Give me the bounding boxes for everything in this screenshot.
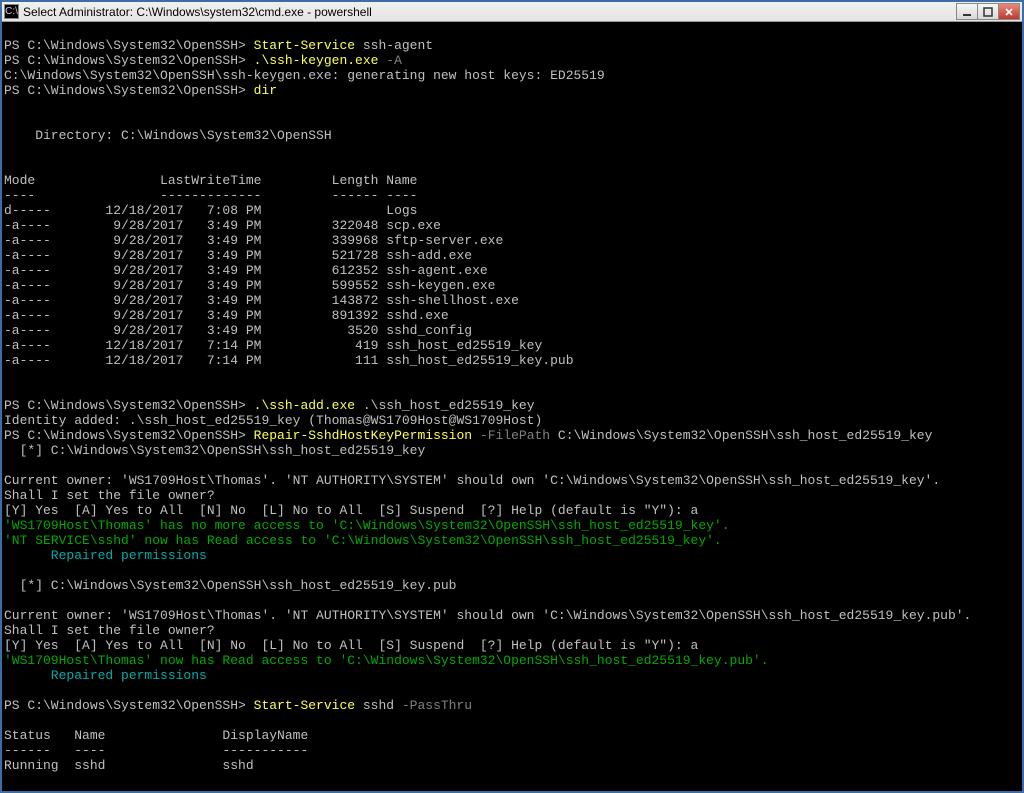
keygen-output: C:\Windows\System32\OpenSSH\ssh-keygen.e… — [4, 68, 605, 83]
ps-prompt: PS C:\Windows\System32\OpenSSH> — [4, 428, 254, 443]
window-buttons — [957, 3, 1020, 20]
repaired-label: Repaired permissions — [4, 548, 207, 563]
titlebar[interactable]: C:\ Select Administrator: C:\Windows\sys… — [2, 2, 1022, 22]
perm-msg: 'NT SERVICE\sshd' now has Read access to… — [4, 533, 722, 548]
ps-prompt: PS C:\Windows\System32\OpenSSH> — [4, 398, 254, 413]
flag-filepath: -FilePath — [480, 428, 550, 443]
cmd-start-sshd: Start-Service — [254, 698, 355, 713]
dir-row: -a---- 9/28/2017 3:49 PM 521728 ssh-add.… — [4, 248, 472, 263]
ps-prompt: PS C:\Windows\System32\OpenSSH> — [4, 53, 254, 68]
ps-prompt: PS C:\Windows\System32\OpenSSH> — [4, 698, 254, 713]
dir-row: -a---- 9/28/2017 3:49 PM 599552 ssh-keyg… — [4, 278, 495, 293]
flag-passthru: -PassThru — [402, 698, 472, 713]
repaired-label: Repaired permissions — [4, 668, 207, 683]
close-button[interactable] — [998, 3, 1020, 20]
flag-A: -A — [386, 53, 402, 68]
window-frame: C:\ Select Administrator: C:\Windows\sys… — [0, 0, 1024, 793]
dir-row: -a---- 12/18/2017 7:14 PM 419 ssh_host_e… — [4, 338, 542, 353]
arg-sshd: sshd — [355, 698, 402, 713]
cmd-icon: C:\ — [4, 4, 19, 19]
identity-added: Identity added: .\ssh_host_ed25519_key (… — [4, 413, 542, 428]
svc-columns: Status Name DisplayName — [4, 728, 308, 743]
dir-row: -a---- 9/28/2017 3:49 PM 339968 sftp-ser… — [4, 233, 503, 248]
cmd-sshadd: .\ssh-add.exe — [254, 398, 355, 413]
dir-header: Directory: C:\Windows\System32\OpenSSH — [4, 128, 332, 143]
svc-underline: ------ ---- ----------- — [4, 743, 308, 758]
repair-star: [*] C:\Windows\System32\OpenSSH\ssh_host… — [4, 443, 425, 458]
shall-set: Shall I set the file owner? — [4, 623, 215, 638]
maximize-button[interactable] — [977, 3, 999, 20]
perm-msg: 'WS1709Host\Thomas' now has Read access … — [4, 653, 769, 668]
ps-prompt: PS C:\Windows\System32\OpenSSH> — [4, 83, 254, 98]
cmd-start-service: Start-Service — [254, 38, 355, 53]
current-owner: Current owner: 'WS1709Host\Thomas'. 'NT … — [4, 608, 971, 623]
cmd-sshkeygen: .\ssh-keygen.exe — [254, 53, 379, 68]
yn-prompt: [Y] Yes [A] Yes to All [N] No [L] No to … — [4, 638, 698, 653]
shall-set: Shall I set the file owner? — [4, 488, 215, 503]
dir-row: -a---- 12/18/2017 7:14 PM 111 ssh_host_e… — [4, 353, 574, 368]
current-owner: Current owner: 'WS1709Host\Thomas'. 'NT … — [4, 473, 940, 488]
arg-ssh-agent: ssh-agent — [355, 38, 433, 53]
dir-row: -a---- 9/28/2017 3:49 PM 322048 scp.exe — [4, 218, 441, 233]
dir-row: -a---- 9/28/2017 3:49 PM 612352 ssh-agen… — [4, 263, 488, 278]
yn-prompt: [Y] Yes [A] Yes to All [N] No [L] No to … — [4, 503, 698, 518]
dir-row: -a---- 9/28/2017 3:49 PM 891392 sshd.exe — [4, 308, 449, 323]
dir-row: -a---- 9/28/2017 3:49 PM 143872 ssh-shel… — [4, 293, 519, 308]
ps-prompt: PS C:\Windows\System32\OpenSSH> — [4, 38, 254, 53]
arg-repair: C:\Windows\System32\OpenSSH\ssh_host_ed2… — [550, 428, 932, 443]
cmd-repair: Repair-SshdHostKeyPermission — [254, 428, 472, 443]
cmd-dir: dir — [254, 83, 277, 98]
dir-columns: Mode LastWriteTime Length Name — [4, 173, 417, 188]
arg-sshadd: .\ssh_host_ed25519_key — [355, 398, 534, 413]
dir-row: -a---- 9/28/2017 3:49 PM 3520 sshd_confi… — [4, 323, 472, 338]
dir-row: d----- 12/18/2017 7:08 PM Logs — [4, 203, 417, 218]
perm-msg: 'WS1709Host\Thomas' has no more access t… — [4, 518, 730, 533]
minimize-button[interactable] — [956, 3, 978, 20]
svc-row: Running sshd sshd — [4, 758, 254, 773]
repair-star: [*] C:\Windows\System32\OpenSSH\ssh_host… — [4, 578, 456, 593]
window-title: Select Administrator: C:\Windows\system3… — [23, 5, 957, 19]
dir-underline: ---- ------------- ------ ---- — [4, 188, 417, 203]
terminal[interactable]: PS C:\Windows\System32\OpenSSH> Start-Se… — [2, 22, 1022, 791]
